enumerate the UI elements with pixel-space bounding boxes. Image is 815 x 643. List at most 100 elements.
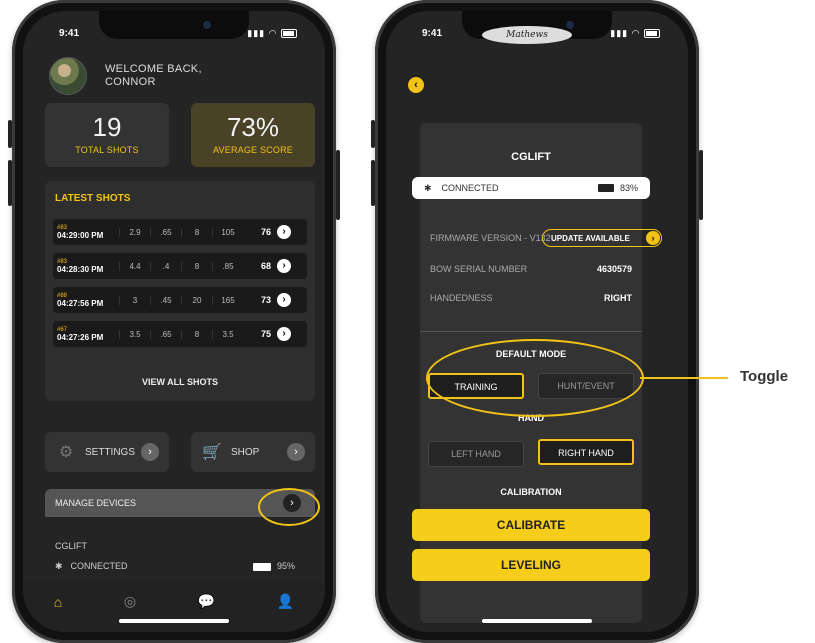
welcome-header: WELCOME BACK, CONNOR xyxy=(49,57,202,95)
status-icons: ▮▮▮ ◠ xyxy=(247,28,297,39)
avatar[interactable] xyxy=(49,57,87,95)
toggle-callout-label: Toggle xyxy=(740,368,789,385)
home-indicator xyxy=(482,619,592,623)
shot-cell: 4.4 xyxy=(119,261,150,271)
shot-cell: 8 xyxy=(181,329,212,339)
status-icons: ▮▮▮ ◠ xyxy=(610,28,660,39)
bluetooth-icon: ✱ xyxy=(424,182,432,193)
manage-devices-label: MANAGE DEVICES xyxy=(55,498,137,508)
side-button xyxy=(699,150,703,220)
device-title: CGLIFT xyxy=(511,151,551,163)
shop-button[interactable]: 🛒 SHOP › xyxy=(191,432,315,472)
left-hand-toggle[interactable]: LEFT HAND xyxy=(428,441,524,467)
brand-logo: Mathews xyxy=(482,26,572,44)
average-score-value: 73% xyxy=(226,112,280,142)
home-indicator xyxy=(119,619,229,623)
shot-time: 04:27:26 PM xyxy=(57,333,104,342)
callout-line xyxy=(640,377,728,379)
battery-icon xyxy=(281,29,297,39)
highlight-oval xyxy=(258,488,320,526)
shot-cell: 3.5 xyxy=(119,329,150,339)
chevron-right-icon[interactable]: › xyxy=(277,327,291,341)
device-battery: 95% xyxy=(253,561,295,571)
shot-cell: 3 xyxy=(119,295,150,305)
shot-score: 73 xyxy=(260,295,271,305)
device-name: CGLIFT xyxy=(55,541,88,551)
home-icon[interactable]: ⌂ xyxy=(54,594,62,610)
shop-label: SHOP xyxy=(231,446,260,458)
left-screen: 9:41 ▮▮▮ ◠ WELCOME BACK, CONNOR 19 TOTAL… xyxy=(23,11,325,632)
right-hand-toggle[interactable]: RIGHT HAND xyxy=(538,439,634,465)
shot-cell: .85 xyxy=(212,261,243,271)
handedness-row: HANDEDNESS RIGHT xyxy=(430,293,632,303)
shot-cell: .65 xyxy=(150,227,181,237)
shot-row[interactable]: #88 04:27:56 PM 3 .45 20 165 73 › xyxy=(53,287,307,313)
side-button xyxy=(8,160,12,206)
shot-cell: 2.9 xyxy=(119,227,150,237)
shot-row[interactable]: #83 04:29:00 PM 2.9 .65 8 105 76 › xyxy=(53,219,307,245)
settings-button[interactable]: ⚙ SETTINGS › xyxy=(45,432,169,472)
leveling-button[interactable]: LEVELING xyxy=(412,549,650,581)
back-button[interactable]: ‹ xyxy=(408,77,424,93)
settings-label: SETTINGS xyxy=(85,446,136,458)
shot-score: 76 xyxy=(260,227,271,237)
side-button xyxy=(336,150,340,220)
divider xyxy=(420,331,642,332)
shot-cell: 8 xyxy=(181,261,212,271)
shot-time: 04:29:00 PM xyxy=(57,231,104,240)
shot-row[interactable]: #83 04:28:30 PM 4.4 .4 8 .85 68 › xyxy=(53,253,307,279)
update-label: UPDATE AVAILABLE xyxy=(551,233,630,243)
handedness-label: HANDEDNESS xyxy=(430,293,493,303)
firmware-label: FIRMWARE VERSION - V132 xyxy=(430,233,551,243)
average-score-card[interactable]: 73% AVERAGE SCORE xyxy=(191,103,315,167)
shot-cell: 20 xyxy=(181,295,212,305)
shot-id: #67 04:27:26 PM xyxy=(53,326,119,342)
update-available-button[interactable]: UPDATE AVAILABLE › xyxy=(542,229,662,247)
total-shots-value: 19 xyxy=(92,112,122,142)
shot-score: 68 xyxy=(260,261,271,271)
handedness-value: RIGHT xyxy=(604,293,632,303)
side-button xyxy=(8,120,12,148)
device-status: ✱ CONNECTED xyxy=(55,561,128,572)
side-button xyxy=(371,160,375,206)
chevron-right-icon[interactable]: › xyxy=(277,293,291,307)
right-phone: Mathews 9:41 ▮▮▮ ◠ ‹ CGLIFT ✱ CONNECTED … xyxy=(371,0,703,643)
shot-cell: 105 xyxy=(212,227,243,237)
gear-icon: ⚙ xyxy=(58,444,74,461)
toggle-highlight-oval xyxy=(426,339,644,417)
chat-icon[interactable]: 💬 xyxy=(198,593,215,610)
chevron-right-icon: › xyxy=(287,443,305,461)
shot-cell: 3.5 xyxy=(212,329,243,339)
shot-cell: 165 xyxy=(212,295,243,305)
chevron-right-icon[interactable]: › xyxy=(277,225,291,239)
battery-icon xyxy=(253,562,271,571)
connection-text: CONNECTED xyxy=(441,183,499,193)
side-button xyxy=(371,120,375,148)
serial-row: BOW SERIAL NUMBER 4630579 xyxy=(430,264,632,274)
shot-cell: .45 xyxy=(150,295,181,305)
device-battery-value: 95% xyxy=(277,561,296,571)
chevron-right-icon[interactable]: › xyxy=(277,259,291,273)
shot-cell: 8 xyxy=(181,227,212,237)
status-time: 9:41 xyxy=(422,28,443,39)
shot-id: #88 04:27:56 PM xyxy=(53,292,119,308)
left-phone: 9:41 ▮▮▮ ◠ WELCOME BACK, CONNOR 19 TOTAL… xyxy=(8,0,340,643)
battery-icon xyxy=(597,184,614,192)
tab-bar: ⌂ ◎ 💬 👤 xyxy=(23,581,325,632)
shot-time: 04:28:30 PM xyxy=(57,265,104,274)
view-all-shots-link[interactable]: VIEW ALL SHOTS xyxy=(45,377,315,387)
shot-time: 04:27:56 PM xyxy=(57,299,104,308)
battery-value: 83% xyxy=(619,183,638,193)
total-shots-card[interactable]: 19 TOTAL SHOTS xyxy=(45,103,169,167)
shot-id: #83 04:29:00 PM xyxy=(53,224,119,240)
calibrate-button[interactable]: CALIBRATE xyxy=(412,509,650,541)
latest-shots-title: LATEST SHOTS xyxy=(55,193,131,204)
welcome-text: WELCOME BACK, CONNOR xyxy=(105,63,202,89)
shot-id: #83 04:28:30 PM xyxy=(53,258,119,274)
shot-row[interactable]: #67 04:27:26 PM 3.5 .65 8 3.5 75 › xyxy=(53,321,307,347)
shot-cell: .65 xyxy=(150,329,181,339)
chevron-right-icon: › xyxy=(141,443,159,461)
total-shots-label: TOTAL SHOTS xyxy=(75,145,139,155)
profile-icon[interactable]: 👤 xyxy=(277,593,294,610)
target-icon[interactable]: ◎ xyxy=(124,593,136,610)
